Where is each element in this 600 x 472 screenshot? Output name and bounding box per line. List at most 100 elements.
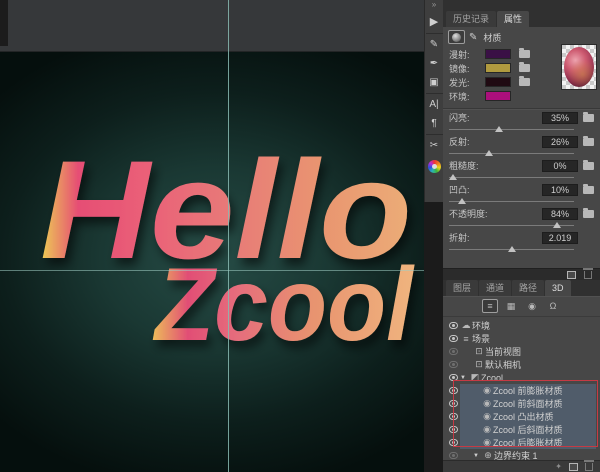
tree-row-front-bevel-material[interactable]: ◉Zcool 前斜面材质 xyxy=(443,397,600,410)
panel-column: 历史记录 属性 ✎ 材质 漫射: 镜像: xyxy=(443,0,600,472)
diffuse-swatch[interactable] xyxy=(485,49,511,59)
refraction-slider-track[interactable] xyxy=(449,246,574,253)
shine-label: 闪亮: xyxy=(449,111,542,124)
tab-channels[interactable]: 通道 xyxy=(479,280,511,296)
illumination-texture-folder-icon[interactable] xyxy=(519,78,530,86)
collapse-panels-icon[interactable]: » xyxy=(432,0,436,10)
reflection-texture-folder-icon[interactable] xyxy=(583,138,594,146)
row-label: Zcool 前膨胀材质 xyxy=(493,384,563,397)
expander-icon[interactable]: ▼ xyxy=(460,375,469,381)
specular-swatch[interactable] xyxy=(485,63,511,73)
refraction-label: 折射: xyxy=(449,231,542,244)
new-layer-icon[interactable] xyxy=(569,463,578,471)
threed-filter-row: ≡ ▦ ◉ Ω xyxy=(443,296,600,317)
color-wheel-icon xyxy=(428,160,441,173)
material-sphere-button[interactable] xyxy=(448,30,465,44)
visibility-eye-icon[interactable] xyxy=(449,452,458,459)
opacity-texture-folder-icon[interactable] xyxy=(583,210,594,218)
color-themes-button[interactable] xyxy=(425,155,444,177)
expander-icon[interactable]: ▼ xyxy=(473,453,482,459)
roughness-value[interactable]: 0% xyxy=(542,160,578,172)
opacity-slider-thumb[interactable] xyxy=(553,222,561,228)
diffuse-texture-folder-icon[interactable] xyxy=(519,50,530,58)
paint-brush-icon[interactable]: ✎ xyxy=(469,32,477,43)
tool-presets-button[interactable]: ✒ xyxy=(425,54,444,73)
scene-list-icon: ≡ xyxy=(487,301,492,311)
artwork-3d-text[interactable]: Hello Zcool xyxy=(0,52,424,472)
tree-row-back-inflation-material[interactable]: ◉Zcool 后膨胀材质 xyxy=(443,436,600,449)
tree-row-front-inflation-material[interactable]: ◉Zcool 前膨胀材质 xyxy=(443,384,600,397)
tab-layers[interactable]: 图层 xyxy=(446,280,478,296)
horizontal-guide[interactable] xyxy=(0,270,424,271)
tab-properties[interactable]: 属性 xyxy=(497,11,529,27)
slider-opacity: 不透明度: 84% xyxy=(449,207,594,231)
canvas-corner-notch xyxy=(0,0,8,46)
roughness-slider-track[interactable] xyxy=(449,174,574,181)
paragraph-panel-button[interactable]: ¶ xyxy=(425,114,444,133)
material-preview-thumbnail[interactable] xyxy=(561,44,597,90)
row-label: Zcool 前斜面材质 xyxy=(493,397,563,410)
opacity-slider-track[interactable] xyxy=(449,222,574,229)
reflection-label: 反射: xyxy=(449,135,542,148)
tree-row-scene[interactable]: ≡场景 xyxy=(443,332,600,345)
brush-presets-button[interactable]: ✎ xyxy=(425,35,444,54)
tree-row-environment[interactable]: ☁环境 xyxy=(443,319,600,332)
roughness-texture-folder-icon[interactable] xyxy=(583,162,594,170)
new-light-icon[interactable]: ✦ xyxy=(555,463,562,471)
refraction-value[interactable]: 2.019 xyxy=(542,232,578,244)
shine-value[interactable]: 35% xyxy=(542,112,578,124)
shine-slider-thumb[interactable] xyxy=(495,126,503,132)
illumination-swatch[interactable] xyxy=(485,77,511,87)
filter-meshes-button[interactable]: ▦ xyxy=(503,299,519,313)
tab-history[interactable]: 历史记录 xyxy=(446,11,496,27)
tab-paths[interactable]: 路径 xyxy=(512,280,544,296)
specular-texture-folder-icon[interactable] xyxy=(519,64,530,72)
material-preview-sphere xyxy=(564,47,594,87)
visibility-eye-icon[interactable] xyxy=(449,335,458,342)
visibility-eye-icon[interactable] xyxy=(449,322,458,329)
new-item-icon[interactable] xyxy=(567,271,576,279)
bump-texture-folder-icon[interactable] xyxy=(583,186,594,194)
tree-row-default-camera[interactable]: ⊡默认相机 xyxy=(443,358,600,371)
roughness-slider-thumb[interactable] xyxy=(449,174,457,180)
row-label: 场景 xyxy=(472,332,490,345)
vertical-guide[interactable] xyxy=(228,0,229,472)
bump-slider-track[interactable] xyxy=(449,198,574,205)
opacity-value[interactable]: 84% xyxy=(542,208,578,220)
photoshop-window: Hello Zcool » ▶ ✎ ✒ ▣ A| ¶ ✂ 历史记录 xyxy=(0,0,600,472)
visibility-eye-icon[interactable] xyxy=(449,348,458,355)
character-panel-button[interactable]: A| xyxy=(425,95,444,114)
refraction-slider-thumb[interactable] xyxy=(508,246,516,252)
delete-icon[interactable] xyxy=(584,271,592,279)
specular-label: 镜像: xyxy=(449,62,485,75)
filter-whole-scene-button[interactable]: ≡ xyxy=(482,299,498,313)
visibility-eye-icon[interactable] xyxy=(449,413,458,420)
visibility-eye-icon[interactable] xyxy=(449,387,458,394)
filter-materials-button[interactable]: ◉ xyxy=(524,299,540,313)
reflection-slider-track[interactable] xyxy=(449,150,574,157)
actions-panel-button[interactable]: ▶ xyxy=(425,10,444,32)
bump-slider-thumb[interactable] xyxy=(458,198,466,204)
tree-row-zcool-mesh[interactable]: ▼◩Zcool xyxy=(443,371,600,384)
bump-value[interactable]: 10% xyxy=(542,184,578,196)
visibility-eye-icon[interactable] xyxy=(449,374,458,381)
tree-row-extrusion-material[interactable]: ◉Zcool 凸出材质 xyxy=(443,410,600,423)
filter-lights-button[interactable]: Ω xyxy=(545,299,561,313)
tree-row-current-view[interactable]: ⊡当前视图 xyxy=(443,345,600,358)
visibility-eye-icon[interactable] xyxy=(449,426,458,433)
ambient-swatch[interactable] xyxy=(485,91,511,101)
visibility-eye-icon[interactable] xyxy=(449,400,458,407)
visibility-eye-icon[interactable] xyxy=(449,361,458,368)
visibility-eye-icon[interactable] xyxy=(449,439,458,446)
reflection-value[interactable]: 26% xyxy=(542,136,578,148)
tree-row-back-bevel-material[interactable]: ◉Zcool 后斜面材质 xyxy=(443,423,600,436)
tab-3d[interactable]: 3D xyxy=(545,280,571,296)
row-label: Zcool xyxy=(481,373,503,383)
reflection-slider-thumb[interactable] xyxy=(485,150,493,156)
shine-texture-folder-icon[interactable] xyxy=(583,114,594,122)
shine-slider-track[interactable] xyxy=(449,126,574,133)
tools-panel-button[interactable]: ✂ xyxy=(425,136,444,155)
clone-source-button[interactable]: ▣ xyxy=(425,73,444,92)
trash-icon[interactable] xyxy=(585,463,593,471)
document-canvas[interactable]: Hello Zcool xyxy=(0,0,424,472)
